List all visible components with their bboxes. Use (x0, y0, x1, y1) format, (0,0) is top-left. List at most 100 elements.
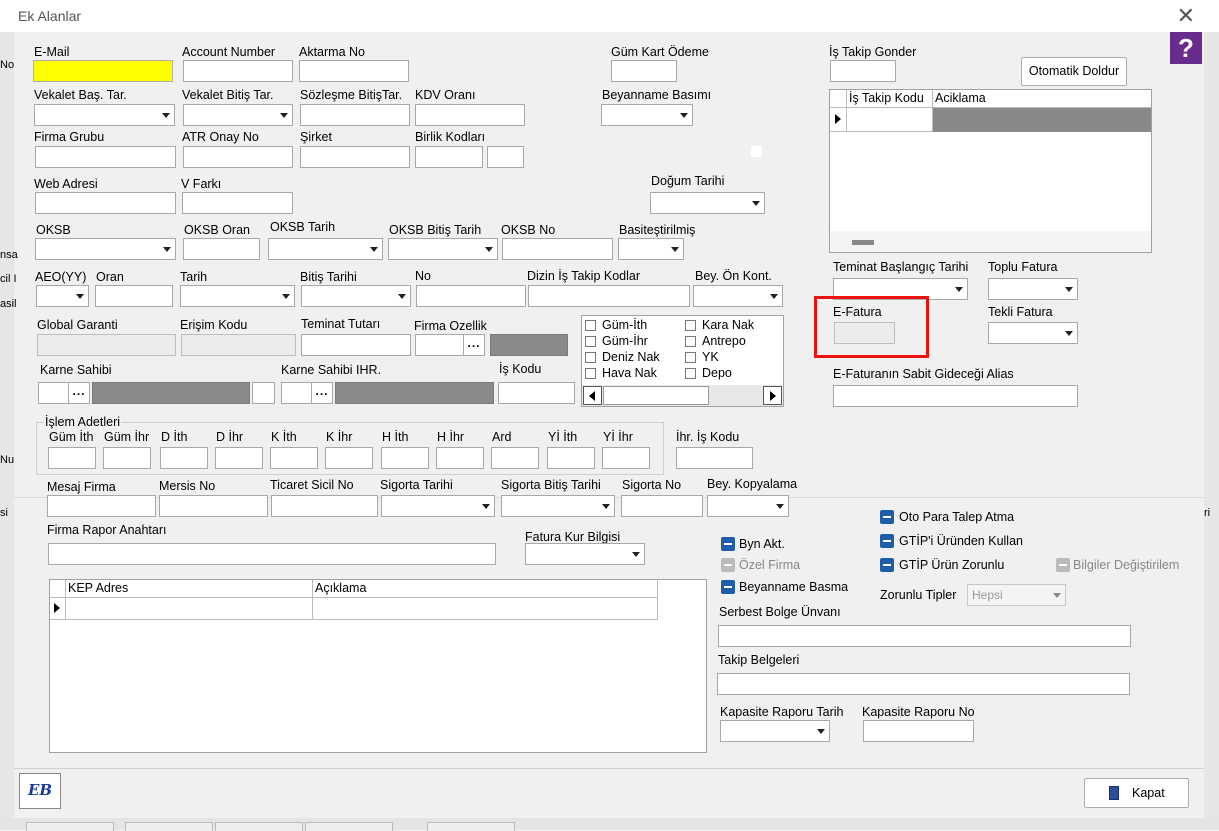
gtip-zorunlu-toggle[interactable] (880, 558, 894, 572)
islem-count-field[interactable] (270, 447, 318, 469)
ozel-firma-toggle[interactable] (721, 558, 735, 572)
bilgiler-toggle[interactable] (1056, 558, 1070, 572)
grid-header-aciklama[interactable]: Aciklama (933, 90, 1151, 108)
islem-count-field[interactable] (48, 447, 96, 469)
islem-count-field[interactable] (547, 447, 595, 469)
firma-ozellik-field[interactable] (415, 334, 465, 356)
scrollbar-thumb[interactable] (852, 240, 874, 245)
is-kodu-field[interactable] (498, 382, 575, 404)
vekalet-bitis-combo[interactable] (183, 104, 293, 126)
check-list-box[interactable]: Güm-İth Güm-İhr Deniz Nak Hava Nak Kara … (581, 315, 784, 407)
erisim-kodu-field[interactable] (181, 334, 296, 356)
aeo-combo[interactable] (36, 285, 89, 307)
global-garanti-field[interactable] (37, 334, 176, 356)
islem-count-field[interactable] (436, 447, 484, 469)
kdv-orani-field[interactable] (415, 104, 525, 126)
islem-count-field[interactable] (103, 447, 151, 469)
toplu-fatura-combo[interactable] (988, 278, 1078, 300)
oksb-tarih-combo[interactable] (268, 238, 383, 260)
islem-count-field[interactable] (160, 447, 208, 469)
checkbox-depo[interactable] (685, 368, 696, 379)
ihr-is-kodu-field[interactable] (676, 447, 753, 469)
efatura-alias-field[interactable] (833, 385, 1078, 407)
mesaj-firma-field[interactable] (47, 495, 156, 517)
mersis-no-field[interactable] (159, 495, 268, 517)
check-list-scrollbar[interactable] (582, 385, 783, 406)
oksb-combo[interactable] (35, 238, 176, 260)
oksb-oran-field[interactable] (183, 238, 260, 260)
serbest-bolge-field[interactable] (718, 625, 1131, 647)
scroll-right-button[interactable] (763, 386, 782, 405)
scrollbar-thumb[interactable] (603, 386, 709, 405)
karne-sahibi-ihr-ellipsis-button[interactable]: ... (311, 382, 333, 404)
bitis-tarihi-combo[interactable] (301, 285, 411, 307)
oto-para-toggle[interactable] (880, 510, 894, 524)
islem-count-field[interactable] (215, 447, 263, 469)
birlik-kodlari-extra-field[interactable] (487, 146, 524, 168)
is-takip-gonder-field[interactable] (830, 60, 896, 82)
firma-rapor-field[interactable] (48, 543, 496, 565)
checkbox-gum-ith[interactable] (585, 320, 596, 331)
beyanname-basma-toggle[interactable] (721, 580, 735, 594)
small-checkbox[interactable] (751, 146, 762, 157)
ticaret-sicil-field[interactable] (271, 495, 378, 517)
byn-akt-toggle[interactable] (721, 537, 735, 551)
karne-sahibi-ihr-field[interactable] (281, 382, 313, 404)
zorunlu-tipler-combo[interactable]: Hepsi (967, 584, 1066, 606)
bey-kopyalama-combo[interactable] (707, 495, 789, 517)
account-number-field[interactable] (183, 60, 293, 82)
web-adresi-field[interactable] (35, 192, 176, 214)
grid-cell[interactable] (313, 598, 658, 620)
oran-field[interactable] (95, 285, 173, 307)
islem-count-field[interactable] (325, 447, 373, 469)
eb-logo-icon[interactable]: EB (19, 773, 61, 809)
checkbox-gum-ihr[interactable] (585, 336, 596, 347)
close-icon[interactable]: ✕ (1177, 3, 1195, 29)
oksb-bitis-combo[interactable] (388, 238, 498, 260)
oksb-no-field[interactable] (502, 238, 613, 260)
grid-cell[interactable] (847, 108, 933, 132)
karne-sahibi-ellipsis-button[interactable]: ... (68, 382, 90, 404)
grid-cell[interactable] (933, 108, 1151, 132)
tekli-fatura-combo[interactable] (988, 322, 1078, 344)
help-icon[interactable]: ? (1170, 32, 1202, 64)
grid-scrollbar[interactable] (830, 231, 1151, 252)
grid-cell[interactable] (66, 598, 313, 620)
sirket-field[interactable] (300, 146, 410, 168)
gum-kart-odeme-field[interactable] (611, 60, 677, 82)
karne-sahibi-field[interactable] (38, 382, 70, 404)
islem-count-field[interactable] (602, 447, 650, 469)
checkbox-deniz-nak[interactable] (585, 352, 596, 363)
tarih-combo[interactable] (180, 285, 295, 307)
sozlesme-bitis-field[interactable] (300, 104, 410, 126)
sigorta-no-field[interactable] (621, 495, 703, 517)
checkbox-antrepo[interactable] (685, 336, 696, 347)
kapat-button[interactable]: Kapat (1084, 778, 1189, 808)
kep-grid[interactable]: KEP Adres Açıklama (49, 579, 707, 753)
otomatik-doldur-button[interactable]: Otomatik Doldur (1021, 57, 1127, 86)
birlik-kodlari-field[interactable] (415, 146, 483, 168)
grid-header-aciklama[interactable]: Açıklama (313, 580, 658, 598)
scroll-left-button[interactable] (583, 386, 602, 405)
bey-on-kont-combo[interactable] (693, 285, 783, 307)
teminat-tutari-field[interactable] (301, 334, 411, 356)
karne-sahibi-extra-field[interactable] (252, 382, 275, 404)
takip-belgeleri-field[interactable] (717, 673, 1130, 695)
firma-grubu-field[interactable] (35, 146, 176, 168)
no-field[interactable] (416, 285, 526, 307)
vekalet-bas-combo[interactable] (34, 104, 175, 126)
dogum-tarihi-combo[interactable] (650, 192, 765, 214)
gtip-kullan-toggle[interactable] (880, 534, 894, 548)
atr-onay-field[interactable] (183, 146, 293, 168)
email-field[interactable] (33, 60, 173, 82)
dizin-field[interactable] (528, 285, 690, 307)
basitestirilmis-combo[interactable] (618, 238, 684, 260)
sigorta-bitis-combo[interactable] (501, 495, 615, 517)
kapasite-tarih-combo[interactable] (720, 720, 830, 742)
grid-header-kep-adres[interactable]: KEP Adres (66, 580, 313, 598)
fatura-kur-combo[interactable] (525, 543, 645, 565)
checkbox-hava-nak[interactable] (585, 368, 596, 379)
islem-count-field[interactable] (491, 447, 539, 469)
sigorta-tarihi-combo[interactable] (381, 495, 495, 517)
kapasite-no-field[interactable] (863, 720, 974, 742)
